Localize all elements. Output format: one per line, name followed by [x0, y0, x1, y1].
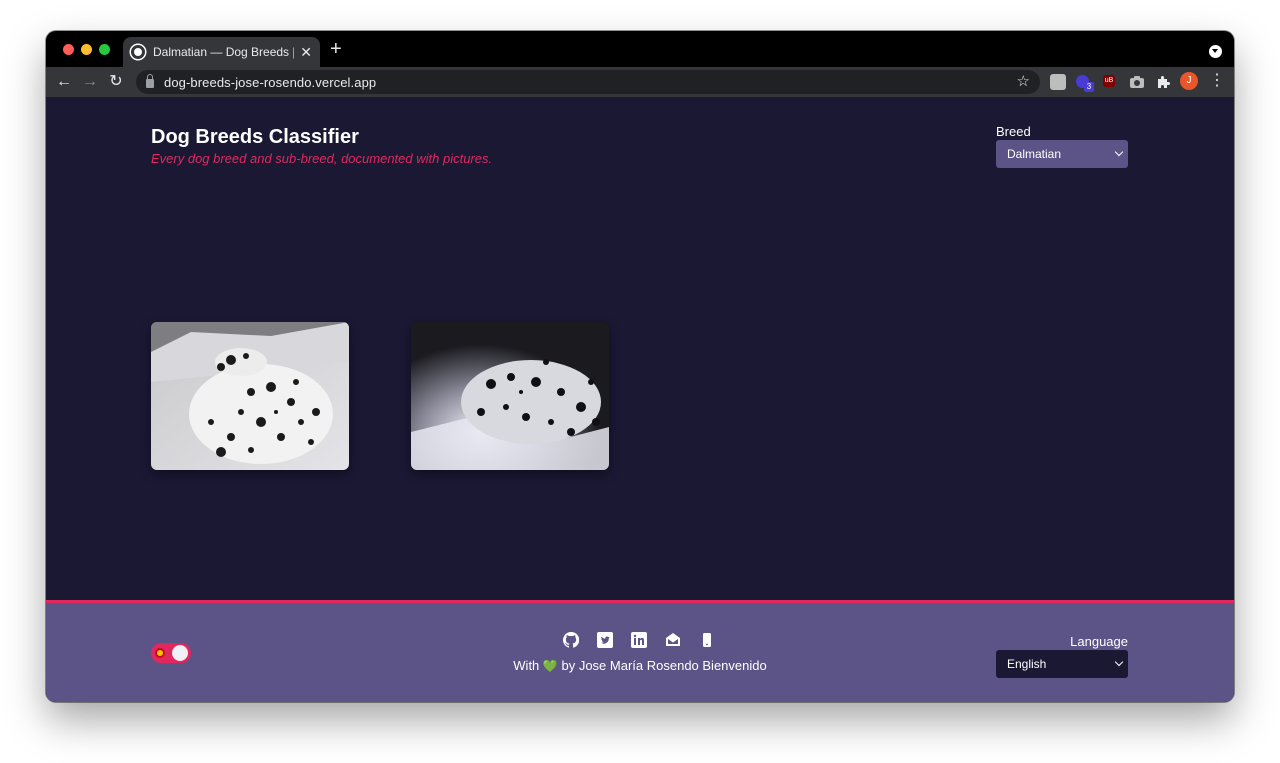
profile-avatar[interactable]: J — [1180, 72, 1198, 90]
back-button[interactable]: ← — [54, 72, 74, 92]
active-tab[interactable]: Dalmatian — Dog Breeds | Jose ✕ — [123, 37, 320, 67]
credit-author: by Jose María Rosendo Bienvenido — [561, 658, 767, 673]
tab-search-icon[interactable] — [1209, 45, 1222, 58]
dalmatian-sleeping-image — [151, 322, 349, 470]
address-bar[interactable]: dog-breeds-jose-rosendo.vercel.app ☆ — [136, 70, 1040, 94]
page-subtitle: Every dog breed and sub-breed, documente… — [151, 151, 493, 166]
breed-select[interactable]: Dalmatian — [996, 140, 1128, 168]
phone-icon[interactable] — [699, 632, 715, 648]
page-title: Dog Breeds Classifier — [151, 126, 359, 148]
reload-button[interactable]: ↻ — [106, 72, 126, 92]
credit-prefix: With — [513, 658, 540, 673]
dog-photo[interactable] — [151, 322, 349, 470]
footer: With 💚 by Jose María Rosendo Bienvenido … — [46, 600, 1234, 702]
twitter-icon[interactable] — [597, 632, 613, 648]
camera-icon[interactable] — [1129, 74, 1145, 90]
linkedin-icon[interactable] — [631, 632, 647, 648]
social-links — [563, 632, 715, 648]
breed-select-value: Dalmatian — [1007, 147, 1062, 161]
dog-photo[interactable] — [411, 322, 609, 470]
spain-flag-icon — [155, 648, 165, 658]
ublock-icon[interactable]: uB — [1103, 75, 1115, 87]
minimize-window-button[interactable] — [81, 44, 92, 55]
page: Dog Breeds Classifier Every dog breed an… — [46, 97, 1234, 702]
url-text[interactable]: dog-breeds-jose-rosendo.vercel.app — [164, 75, 376, 90]
dalmatian-dim-image — [411, 322, 609, 470]
extensions-puzzle-icon[interactable] — [1155, 74, 1171, 90]
language-select[interactable]: English — [996, 650, 1128, 678]
extension-icon[interactable] — [1050, 74, 1066, 90]
tab-close-icon[interactable]: ✕ — [300, 44, 312, 61]
close-window-button[interactable] — [63, 44, 74, 55]
forward-button[interactable]: → — [80, 72, 100, 92]
lock-icon[interactable] — [146, 74, 154, 88]
browser-menu-icon[interactable]: ⋮ — [1209, 72, 1225, 90]
browser-window: Dalmatian — Dog Breeds | Jose ✕ + ← → ↻ … — [46, 31, 1234, 702]
main-content: Dog Breeds Classifier Every dog breed an… — [46, 97, 1234, 600]
language-label: Language — [1070, 634, 1128, 649]
maximize-window-button[interactable] — [99, 44, 110, 55]
bookmark-star-icon[interactable]: ☆ — [1017, 72, 1030, 90]
github-icon[interactable] — [563, 632, 579, 648]
tab-title: Dalmatian — Dog Breeds | Jose — [153, 45, 295, 59]
language-select-value: English — [1007, 657, 1047, 671]
new-tab-button[interactable]: + — [330, 39, 342, 59]
extension-badge: 3 — [1084, 82, 1094, 92]
heart-icon: 💚 — [542, 659, 558, 673]
tab-strip: Dalmatian — Dog Breeds | Jose ✕ + — [46, 31, 1234, 67]
favicon-icon — [131, 45, 145, 59]
browser-toolbar: ← → ↻ dog-breeds-jose-rosendo.vercel.app… — [46, 67, 1234, 97]
chevron-down-icon — [1114, 147, 1124, 157]
breed-label: Breed — [996, 124, 1031, 139]
email-icon[interactable] — [665, 632, 681, 648]
chevron-down-icon — [1114, 657, 1124, 667]
